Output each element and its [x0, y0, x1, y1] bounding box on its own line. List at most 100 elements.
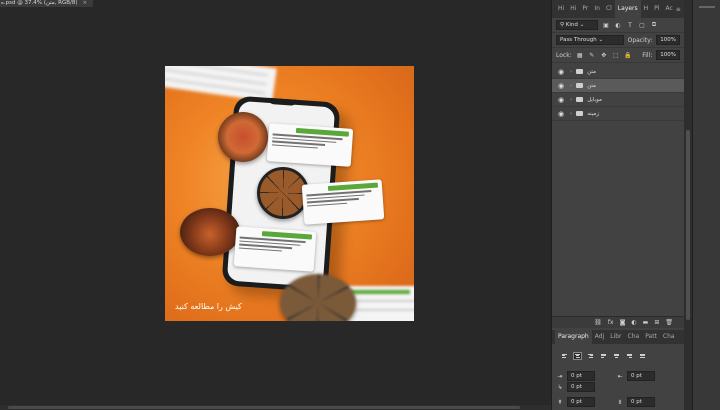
panel-scrollbar[interactable]	[684, 0, 692, 410]
tab-adjustments[interactable]: Adj	[592, 330, 607, 344]
visibility-eye-icon[interactable]: ◉	[556, 96, 566, 104]
lock-all-icon[interactable]: 🔒	[624, 52, 632, 59]
horizontal-scrollbar[interactable]	[0, 405, 551, 410]
folder-icon	[576, 111, 584, 116]
indent-first-field[interactable]: 0 pt	[567, 382, 595, 392]
panel-tabs: Hi Hi Pr In Cl Layers H Pl Ac ≡	[552, 0, 684, 18]
grilled-meat-image	[180, 208, 240, 256]
tab-actions[interactable]: Ac	[662, 0, 675, 18]
layers-list: ◉ › متن ◉ › متن ◉ › موبایل ◉ › زمینه	[552, 65, 684, 121]
justify-last-center-icon[interactable]	[612, 352, 621, 360]
space-after-group: ⇟ 0 pt	[616, 397, 655, 407]
expand-arrow-icon[interactable]: ›	[570, 83, 572, 89]
layer-row[interactable]: ◉ › متن	[552, 65, 684, 79]
lock-label: Lock:	[556, 51, 572, 59]
align-center-icon[interactable]	[573, 352, 582, 360]
layer-name: زمینه	[587, 110, 600, 117]
layer-name: متن	[587, 68, 596, 75]
space-before-group: ⇞ 0 pt	[556, 397, 595, 407]
filter-smart-icon[interactable]: ⧉	[650, 21, 658, 29]
photoshop-window: ه.psd @ 37.4% (متن, RGB/8) × کیش را مطال…	[0, 0, 720, 410]
close-icon[interactable]: ×	[83, 0, 88, 7]
layer-name: متن	[587, 82, 596, 89]
indent-left-field[interactable]: 0 pt	[567, 371, 595, 381]
folder-icon	[576, 83, 584, 88]
lock-paint-icon[interactable]: ✎	[588, 52, 596, 59]
indent-right-icon: ⇤	[617, 372, 623, 380]
layer-row-selected[interactable]: ◉ › متن	[552, 79, 684, 93]
space-before-field[interactable]: 0 pt	[567, 397, 595, 407]
align-left-icon[interactable]	[560, 352, 569, 360]
justify-last-right-icon[interactable]	[625, 352, 634, 360]
indent-right-group: ⇤ 0 pt	[616, 371, 655, 381]
tab-character[interactable]: Cha	[625, 330, 643, 344]
indent-left-icon: ⇥	[557, 372, 563, 380]
document-tab[interactable]: ه.psd @ 37.4% (متن, RGB/8) ×	[0, 0, 94, 7]
layer-tools-bar: ⛓ fx ◙ ◐ ▬ ⊞ 🗑	[552, 316, 685, 328]
filter-pixel-icon[interactable]: ▣	[602, 22, 610, 29]
tab-layers[interactable]: Layers	[614, 0, 641, 18]
filter-type-icon[interactable]: T	[626, 22, 634, 29]
justify-last-left-icon[interactable]	[599, 352, 608, 360]
lock-pixels-icon[interactable]: ▦	[576, 52, 584, 59]
fx-icon[interactable]: fx	[608, 319, 614, 326]
tab-paths[interactable]: Pl	[651, 0, 662, 18]
call-to-action-text: کیش را مطالعه کنید	[175, 302, 242, 311]
filter-kind-select[interactable]: ⚲ Kind ⌄	[556, 20, 598, 30]
tab-libraries[interactable]: Libr	[607, 330, 624, 344]
tab-history[interactable]: Hi	[555, 0, 567, 18]
link-icon[interactable]: ⛓	[594, 319, 602, 326]
pizza-image-2	[257, 167, 309, 219]
fill-field[interactable]: 100%	[656, 50, 680, 60]
tab-info[interactable]: In	[591, 0, 603, 18]
opacity-field[interactable]: 100%	[656, 35, 680, 45]
document-tab-label: ه.psd @ 37.4% (متن, RGB/8)	[1, 0, 78, 6]
paragraph-panel-tabs: Paragraph Adj Libr Cha Patt Cha	[552, 330, 685, 344]
visibility-eye-icon[interactable]: ◉	[556, 110, 566, 118]
pizza-image-1	[218, 112, 268, 162]
align-right-icon[interactable]	[586, 352, 595, 360]
layer-row[interactable]: ◉ › موبایل	[552, 93, 684, 107]
blend-row: Pass Through ⌄ Opacity: 100%	[552, 33, 684, 48]
tab-patterns[interactable]: Patt	[642, 330, 660, 344]
folder-icon	[576, 97, 584, 102]
indent-first-group: ↳ 0 pt	[556, 382, 595, 392]
tab-clone[interactable]: Cl	[603, 0, 615, 18]
indent-first-line-icon: ↳	[557, 383, 563, 391]
panels-column: Hi Hi Pr In Cl Layers H Pl Ac ≡ ⚲ Kind ⌄…	[551, 0, 685, 410]
pizza-image-3	[280, 274, 356, 321]
fill-label: Fill:	[642, 51, 653, 59]
tab-properties[interactable]: Pr	[579, 0, 591, 18]
dock-grip[interactable]	[699, 6, 715, 8]
indent-right-field[interactable]: 0 pt	[627, 371, 655, 381]
expand-arrow-icon[interactable]: ›	[570, 69, 572, 75]
expand-arrow-icon[interactable]: ›	[570, 97, 572, 103]
indent-left-group: ⇥ 0 pt	[556, 371, 595, 381]
paragraph-align-row	[560, 352, 647, 360]
visibility-eye-icon[interactable]: ◉	[556, 82, 566, 90]
folder-icon	[576, 69, 584, 74]
layer-name: موبایل	[587, 96, 602, 103]
space-after-field[interactable]: 0 pt	[627, 397, 655, 407]
artboard[interactable]: کیش را مطالعه کنید	[165, 66, 414, 321]
tab-h[interactable]: H	[641, 0, 652, 18]
justify-all-icon[interactable]	[638, 352, 647, 360]
new-layer-icon[interactable]: ⊞	[654, 319, 659, 326]
space-before-icon: ⇞	[557, 398, 563, 406]
lock-artboard-icon[interactable]: ⬚	[612, 52, 620, 59]
tab-paragraph[interactable]: Paragraph	[555, 330, 592, 344]
group-icon[interactable]: ▬	[643, 319, 649, 326]
expand-arrow-icon[interactable]: ›	[570, 111, 572, 117]
lock-move-icon[interactable]: ✥	[600, 52, 608, 59]
trash-icon[interactable]: 🗑	[665, 319, 673, 326]
blend-mode-select[interactable]: Pass Through ⌄	[556, 35, 624, 45]
filter-shape-icon[interactable]: ▢	[638, 22, 646, 29]
tab-character-styles[interactable]: Cha	[660, 330, 678, 344]
mask-icon[interactable]: ◙	[620, 319, 626, 326]
lock-row: Lock: ▦ ✎ ✥ ⬚ 🔒 Fill: 100%	[552, 48, 684, 63]
tab-histogram[interactable]: Hi	[567, 0, 579, 18]
filter-adjustment-icon[interactable]: ◐	[614, 22, 622, 29]
adjustment-icon[interactable]: ◐	[631, 319, 636, 326]
layer-row[interactable]: ◉ › زمینه	[552, 107, 684, 121]
visibility-eye-icon[interactable]: ◉	[556, 68, 566, 76]
